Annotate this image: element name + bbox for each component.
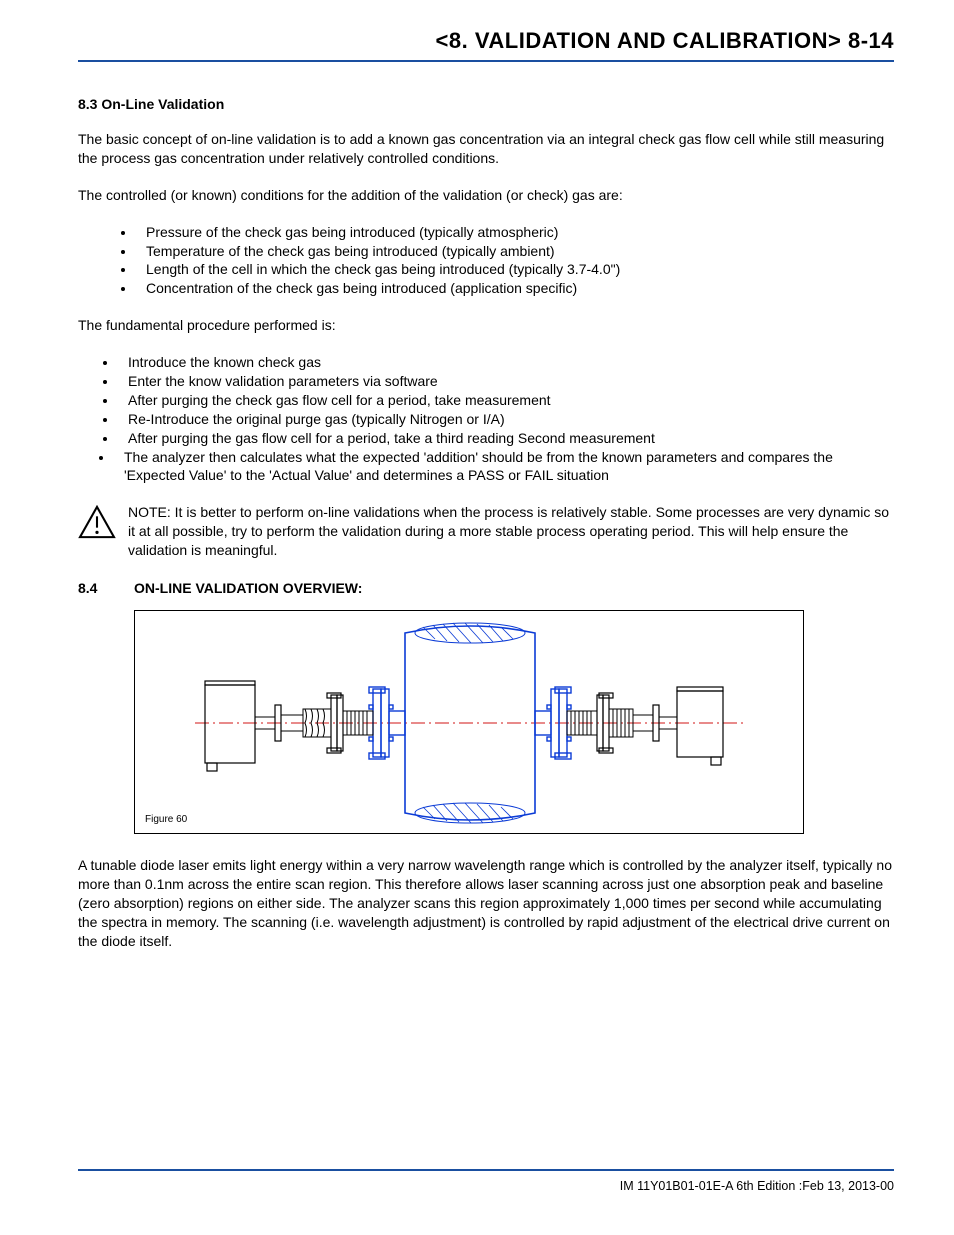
note-block: NOTE: It is better to perform on-line va… xyxy=(78,503,894,560)
list-item: The analyzer then calculates what the ex… xyxy=(114,448,894,486)
paragraph: The controlled (or known) conditions for… xyxy=(78,186,894,205)
paragraph: The basic concept of on-line validation … xyxy=(78,130,894,168)
footer-rule xyxy=(78,1169,894,1171)
figure-caption: Figure 60 xyxy=(145,814,187,825)
list-item: Re-Introduce the original purge gas (typ… xyxy=(118,410,894,429)
caution-icon xyxy=(78,505,116,539)
figure-60: Figure 60 xyxy=(134,610,804,834)
section-title: ON-LINE VALIDATION OVERVIEW: xyxy=(134,580,362,596)
list-item: After purging the check gas flow cell fo… xyxy=(118,391,894,410)
section-8-3-heading: 8.3 On-Line Validation xyxy=(78,96,894,112)
procedure-list: Introduce the known check gas Enter the … xyxy=(118,353,894,485)
list-item: Enter the know validation parameters via… xyxy=(118,372,894,391)
section-8-4-heading: 8.4ON-LINE VALIDATION OVERVIEW: xyxy=(78,580,894,596)
page-header-title: <8. VALIDATION AND CALIBRATION> 8-14 xyxy=(78,28,894,60)
footer-text: IM 11Y01B01-01E-A 6th Edition :Feb 13, 2… xyxy=(78,1179,894,1193)
conditions-list: Pressure of the check gas being introduc… xyxy=(136,223,894,299)
paragraph: The fundamental procedure performed is: xyxy=(78,316,894,335)
list-item: Length of the cell in which the check ga… xyxy=(136,260,894,279)
list-item: Temperature of the check gas being intro… xyxy=(136,242,894,261)
section-number: 8.4 xyxy=(78,580,134,596)
figure-60-diagram xyxy=(135,611,805,835)
page-content: <8. VALIDATION AND CALIBRATION> 8-14 8.3… xyxy=(0,0,954,950)
header-rule xyxy=(78,60,894,62)
list-item: Pressure of the check gas being introduc… xyxy=(136,223,894,242)
paragraph: A tunable diode laser emits light energy… xyxy=(78,856,894,950)
list-item: Introduce the known check gas xyxy=(118,353,894,372)
list-item: After purging the gas flow cell for a pe… xyxy=(118,429,894,448)
list-item: Concentration of the check gas being int… xyxy=(136,279,894,298)
page-footer: IM 11Y01B01-01E-A 6th Edition :Feb 13, 2… xyxy=(78,1169,894,1193)
note-text: NOTE: It is better to perform on-line va… xyxy=(128,503,894,560)
